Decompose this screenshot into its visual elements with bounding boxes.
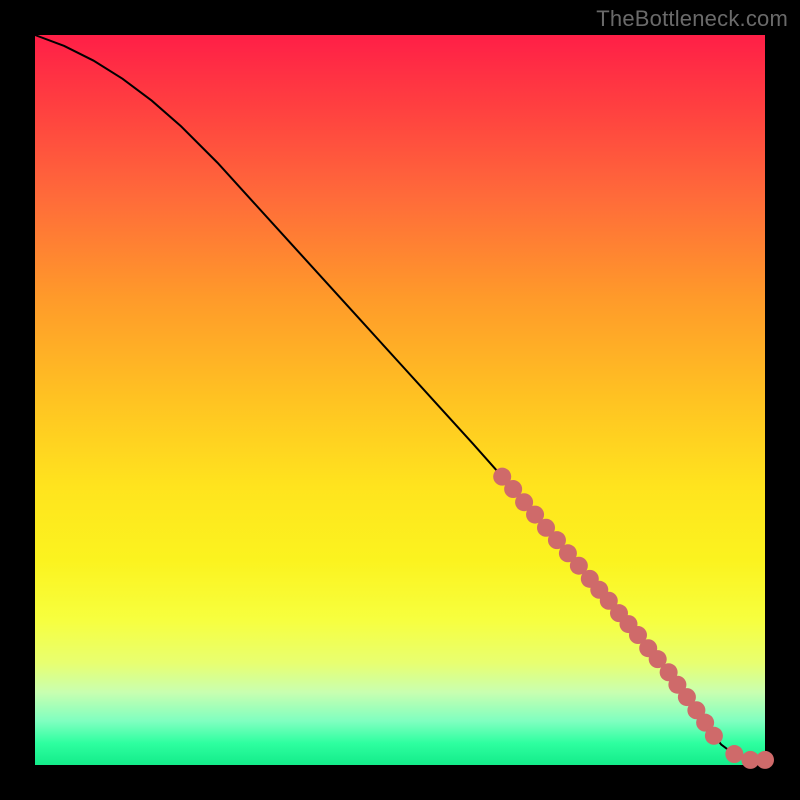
data-point <box>756 751 774 769</box>
watermark-label: TheBottleneck.com <box>596 6 788 32</box>
scatter-points <box>493 468 774 769</box>
data-point <box>705 727 723 745</box>
data-point <box>725 745 743 763</box>
chart-svg <box>35 35 765 765</box>
